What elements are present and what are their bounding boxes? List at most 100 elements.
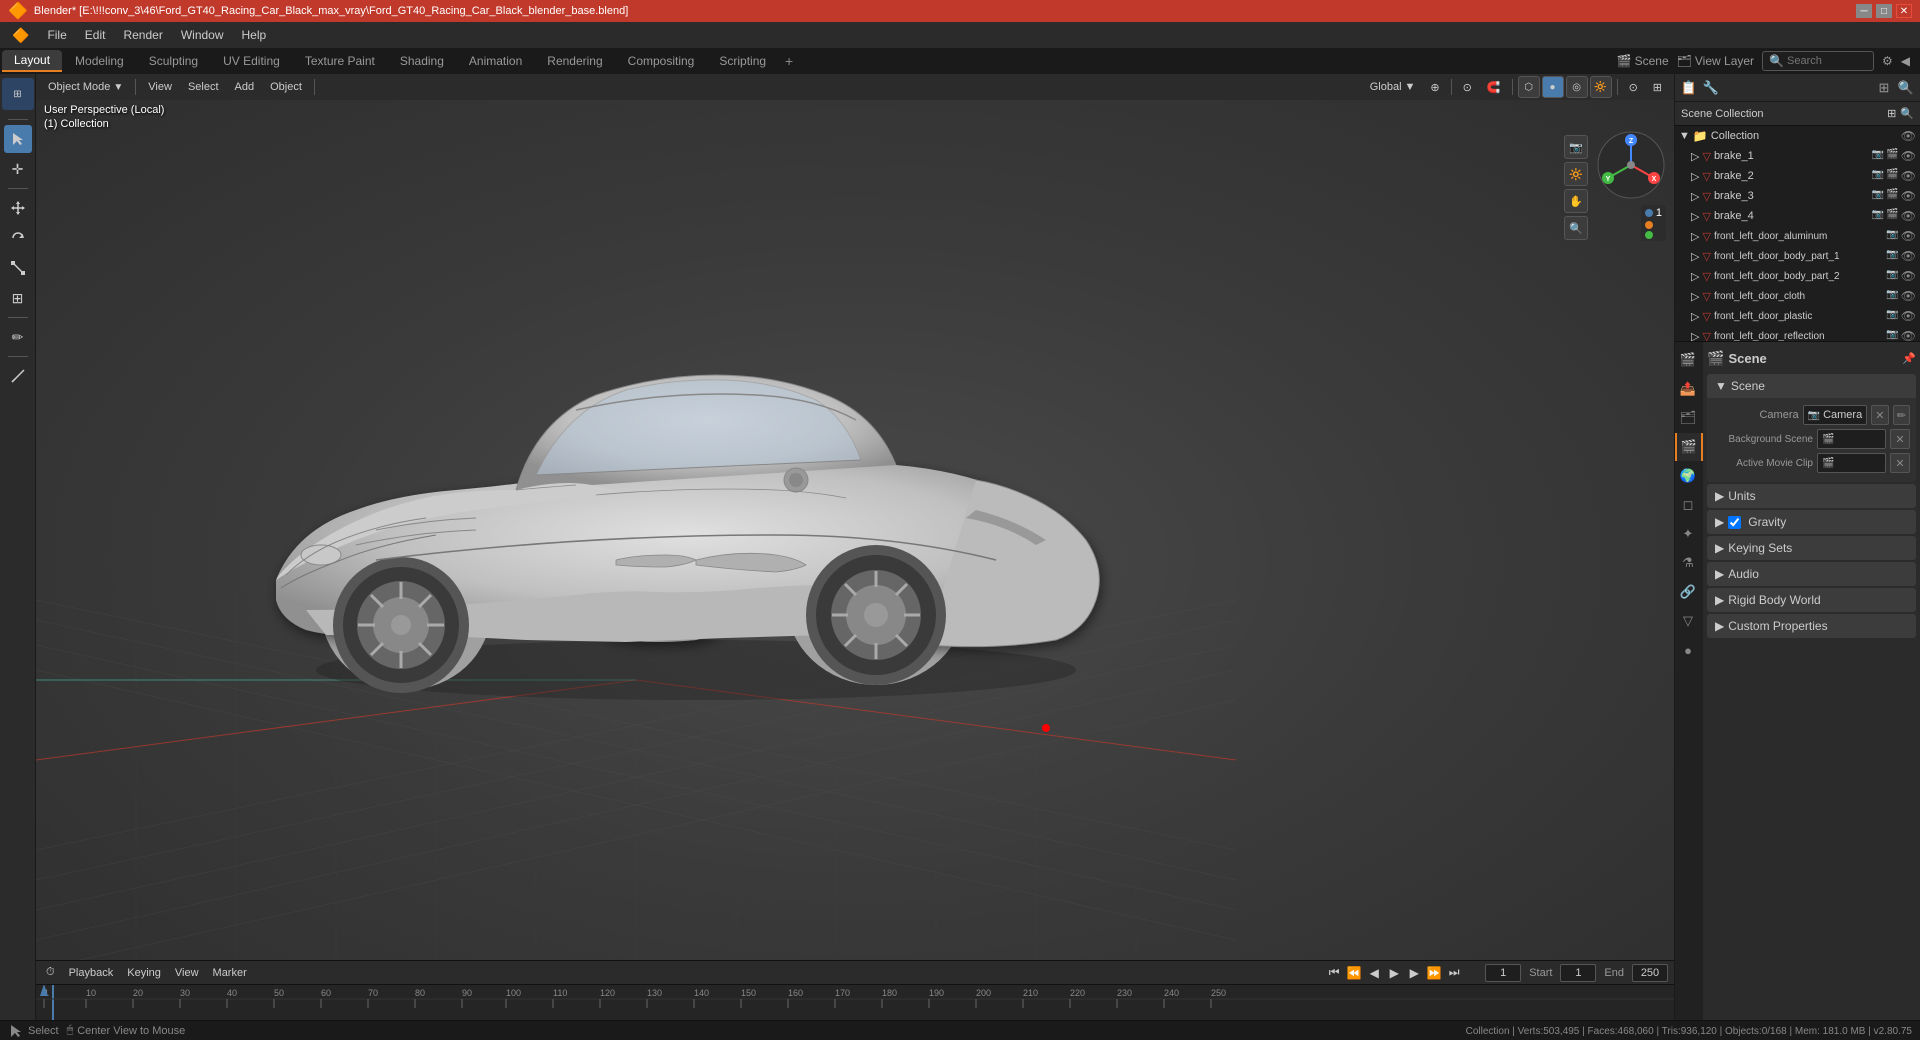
next-keyframe-button[interactable]: ⏩ xyxy=(1425,964,1443,982)
tab-animation[interactable]: Animation xyxy=(457,50,534,72)
search-input[interactable] xyxy=(1787,55,1867,67)
outliner-item-fld-cloth[interactable]: ▷ ▽ front_left_door_cloth 📷 👁 xyxy=(1675,286,1920,306)
brake3-cam-icon[interactable]: 📷 xyxy=(1872,189,1884,203)
prev-keyframe-button[interactable]: ⏪ xyxy=(1345,964,1363,982)
brake1-eye-icon[interactable]: 👁 xyxy=(1901,149,1916,163)
snap-toggle[interactable]: 🧲 xyxy=(1481,77,1507,97)
fld-body1-cam-icon[interactable]: 📷 xyxy=(1886,249,1898,263)
fld-body2-cam-icon[interactable]: 📷 xyxy=(1886,269,1898,283)
play-button[interactable]: ▶ xyxy=(1385,964,1403,982)
measure-tool-button[interactable] xyxy=(4,362,32,390)
menu-blender[interactable]: 🔶 xyxy=(4,24,37,46)
tab-scripting[interactable]: Scripting xyxy=(707,50,778,72)
tab-layout[interactable]: Layout xyxy=(2,50,62,72)
tab-compositing[interactable]: Compositing xyxy=(616,50,707,72)
outliner-item-fld-body1[interactable]: ▷ ▽ front_left_door_body_part_1 📷 👁 xyxy=(1675,246,1920,266)
properties-icon[interactable]: 🔧 xyxy=(1701,78,1721,98)
menu-help[interactable]: Help xyxy=(234,24,275,46)
fld-cloth-eye-icon[interactable]: 👁 xyxy=(1901,289,1916,303)
current-frame-input[interactable]: 1 xyxy=(1485,964,1521,982)
view-menu[interactable]: View xyxy=(142,77,178,97)
prev-frame-button[interactable]: ◀ xyxy=(1365,964,1383,982)
brake4-eye-icon[interactable]: 👁 xyxy=(1901,209,1916,223)
move-tool-button[interactable] xyxy=(4,194,32,222)
outliner-item-fld-body2[interactable]: ▷ ▽ front_left_door_body_part_2 📷 👁 xyxy=(1675,266,1920,286)
rotate-tool-button[interactable] xyxy=(4,224,32,252)
material-properties-tab[interactable]: ● xyxy=(1675,636,1703,664)
marker-menu[interactable]: Marker xyxy=(209,966,251,980)
rigid-body-world-section-header[interactable]: ▶ Rigid Body World xyxy=(1707,588,1916,612)
custom-properties-section-header[interactable]: ▶ Custom Properties xyxy=(1707,614,1916,638)
tab-rendering[interactable]: Rendering xyxy=(535,50,614,72)
transform-tool-button[interactable]: ⊞ xyxy=(4,284,32,312)
render-properties-tab[interactable]: 🎬 xyxy=(1675,346,1703,374)
brake2-eye-icon[interactable]: 👁 xyxy=(1901,169,1916,183)
select-menu[interactable]: Select xyxy=(182,77,225,97)
units-section-header[interactable]: ▶ Units xyxy=(1707,484,1916,508)
pan-tool-button[interactable]: ✋ xyxy=(1564,189,1588,213)
object-mode-button[interactable]: Object Mode ▼ xyxy=(42,77,129,97)
playback-menu[interactable]: Playback xyxy=(65,966,118,980)
visibility-icon[interactable]: 👁 xyxy=(1901,129,1916,143)
menu-window[interactable]: Window xyxy=(173,24,232,46)
menu-edit[interactable]: Edit xyxy=(77,24,114,46)
brake4-cam-icon[interactable]: 📷 xyxy=(1872,209,1884,223)
scene-section-header[interactable]: ▼ Scene xyxy=(1707,374,1916,398)
select-tool-button[interactable] xyxy=(4,125,32,153)
menu-file[interactable]: File xyxy=(39,24,74,46)
bg-scene-value[interactable]: 🎬 xyxy=(1817,429,1886,449)
annotate-tool-button[interactable]: ✏ xyxy=(4,323,32,351)
brake1-render-icon[interactable]: 🎬 xyxy=(1886,149,1898,163)
timeline-track[interactable]: 1 10 20 30 40 50 60 70 80 90 1 xyxy=(36,985,1674,1020)
physics-properties-tab[interactable]: ⚗ xyxy=(1675,549,1703,577)
gizmos-button[interactable]: ⊞ xyxy=(1647,77,1668,97)
brake2-cam-icon[interactable]: 📷 xyxy=(1872,169,1884,183)
world-properties-tab[interactable]: 🌍 xyxy=(1675,462,1703,490)
rendered-shading[interactable]: 🔆 xyxy=(1590,76,1612,98)
outliner-item-fld-plastic[interactable]: ▷ ▽ front_left_door_plastic 📷 👁 xyxy=(1675,306,1920,326)
maximize-button[interactable]: □ xyxy=(1876,4,1892,18)
fld-body2-eye-icon[interactable]: 👁 xyxy=(1901,269,1916,283)
outliner-item-brake2[interactable]: ▷ ▽ brake_2 📷 🎬 👁 xyxy=(1675,166,1920,186)
outliner-collection-root[interactable]: ▼ 📁 Collection 👁 xyxy=(1675,126,1920,146)
cursor-tool-button[interactable]: ✛ xyxy=(4,155,32,183)
tab-texture-paint[interactable]: Texture Paint xyxy=(293,50,387,72)
data-properties-tab[interactable]: ▽ xyxy=(1675,607,1703,635)
timeline-clock-icon[interactable]: ⏱ xyxy=(42,965,59,980)
close-button[interactable]: ✕ xyxy=(1896,4,1912,18)
viewport[interactable]: Object Mode ▼ View Select Add Object Glo… xyxy=(36,74,1674,1020)
constraints-properties-tab[interactable]: 🔗 xyxy=(1675,578,1703,606)
object-properties-tab[interactable]: ◻ xyxy=(1675,491,1703,519)
settings-icon[interactable]: ⚙ xyxy=(1882,54,1893,68)
scene-properties-tab[interactable]: 🎬 xyxy=(1675,433,1703,461)
tab-shading[interactable]: Shading xyxy=(388,50,456,72)
gravity-section-header[interactable]: ▶ Gravity xyxy=(1707,510,1916,534)
add-workspace-button[interactable]: + xyxy=(779,51,799,71)
camera-view-button[interactable]: 📷 xyxy=(1564,135,1588,159)
outliner-item-fld-reflection[interactable]: ▷ ▽ front_left_door_reflection 📷 👁 xyxy=(1675,326,1920,342)
render-view-button[interactable]: 🔆 xyxy=(1564,162,1588,186)
movie-clip-button[interactable]: ✕ xyxy=(1890,453,1910,473)
outliner-filter-icon[interactable]: ⊞ xyxy=(1887,107,1896,120)
view-layer-properties-tab[interactable]: 🗂 xyxy=(1675,404,1703,432)
fld-body1-eye-icon[interactable]: 👁 xyxy=(1901,249,1916,263)
outliner-icon[interactable]: 📋 xyxy=(1679,78,1699,98)
camera-select-button[interactable]: ✕ xyxy=(1871,405,1888,425)
material-shading[interactable]: ◎ xyxy=(1566,76,1588,98)
movie-clip-value[interactable]: 🎬 xyxy=(1817,453,1886,473)
camera-value[interactable]: 📷 Camera xyxy=(1803,405,1868,425)
brake2-render-icon[interactable]: 🎬 xyxy=(1886,169,1898,183)
outliner-item-fld-aluminum[interactable]: ▷ ▽ front_left_door_aluminum 📷 👁 xyxy=(1675,226,1920,246)
overlays-button[interactable]: ⊙ xyxy=(1623,77,1644,97)
brake3-eye-icon[interactable]: 👁 xyxy=(1901,189,1916,203)
jump-end-button[interactable]: ⏭ xyxy=(1445,964,1463,982)
outliner-item-brake3[interactable]: ▷ ▽ brake_3 📷 🎬 👁 xyxy=(1675,186,1920,206)
car-scene[interactable]: Z X Y 📷 🔆 ✋ 🔍 xyxy=(36,100,1674,1020)
add-menu[interactable]: Add xyxy=(229,77,261,97)
audio-section-header[interactable]: ▶ Audio xyxy=(1707,562,1916,586)
particles-properties-tab[interactable]: ✦ xyxy=(1675,520,1703,548)
fld-reflection-cam-icon[interactable]: 📷 xyxy=(1886,329,1898,342)
scene-pin-icon[interactable]: 📌 xyxy=(1902,352,1916,365)
pivot-button[interactable]: ⊕ xyxy=(1424,77,1445,97)
start-frame-input[interactable]: 1 xyxy=(1560,964,1596,982)
